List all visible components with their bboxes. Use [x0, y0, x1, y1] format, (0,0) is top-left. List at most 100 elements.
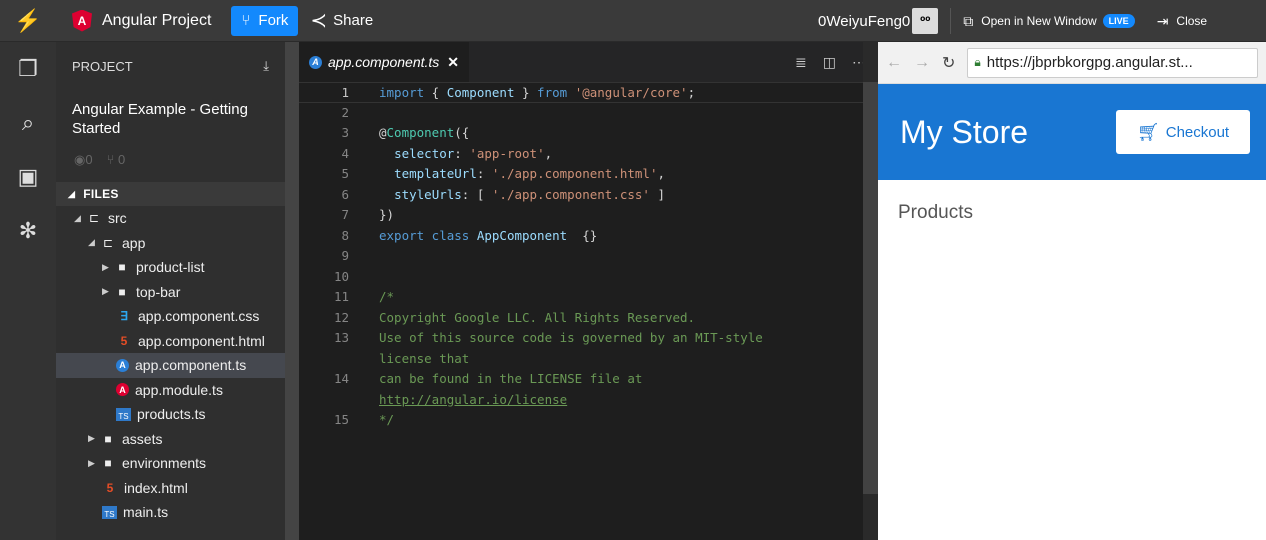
reload-icon[interactable]: ↻ [942, 53, 955, 73]
products-heading: Products [898, 202, 973, 223]
code-line[interactable]: 1 import { Component } from '@angular/cor… [299, 82, 878, 103]
download-icon[interactable]: ⤓ [263, 58, 269, 74]
code-line[interactable]: 2 [299, 103, 878, 124]
code-line[interactable]: 9 [299, 246, 878, 267]
code-text: }) [379, 207, 395, 222]
code-text: templateUrl: './app.component.html', [394, 166, 666, 181]
code-line[interactable]: 3 @Component({ [299, 123, 878, 144]
username[interactable]: 0WeiyuFeng0 [818, 13, 910, 30]
share-label: Share [333, 12, 374, 29]
code-text: @Component({ [379, 125, 470, 140]
code-area[interactable]: 1 import { Component } from '@angular/cor… [299, 82, 878, 431]
project-name-label: Angular Project [102, 11, 212, 29]
back-icon[interactable]: ← [886, 54, 902, 72]
code-text: styleUrls: [ './app.component.css' ] [394, 186, 666, 202]
code-line[interactable]: 15 */ [299, 410, 878, 431]
code-line[interactable]: 5 templateUrl: './app.component.html', [299, 164, 878, 185]
url-field[interactable]: 🔒︎ https://jbprbkorgpg.angular.st... [967, 47, 1258, 78]
checkout-button[interactable]: 🛒︎ Checkout [1116, 110, 1250, 154]
sidebar-scrollbar[interactable] [285, 42, 299, 540]
avatar[interactable]: ºº [912, 8, 939, 34]
line-number: 3 [341, 125, 349, 140]
folder-item[interactable]: ▶ ■ assets [56, 427, 285, 452]
format-icon[interactable]: ≣ [795, 54, 807, 71]
views-count: ◉0 [74, 152, 93, 167]
code-line[interactable]: 6 styleUrls: [ './app.component.css' ] [299, 185, 878, 206]
search-icon[interactable]: ⌕ [0, 96, 56, 150]
html5-icon: 5 [106, 480, 114, 495]
line-number: 5 [341, 166, 349, 181]
typescript-icon: TS [116, 407, 131, 421]
line-number: 14 [333, 371, 349, 386]
file-item[interactable]: TS main.ts [56, 500, 285, 525]
line-number: 8 [341, 227, 349, 243]
caret-down-icon: ◢ [74, 212, 81, 223]
divider [950, 8, 952, 34]
extensions-icon[interactable]: ▣ [0, 150, 56, 204]
file-item[interactable]: 5 index.html [56, 476, 285, 501]
line-number: 15 [333, 412, 349, 427]
code-text: */ [379, 412, 395, 427]
code-line[interactable]: 13 Use of this source code is governed by… [299, 328, 878, 349]
share-button[interactable]: ≺ Share [310, 8, 373, 33]
file-tree: ◢ ⊏ src ◢ ⊏ app ▶ ■ product-list ▶ ■ top-bar ∃ app.co… [56, 206, 285, 525]
tab-app-component-ts[interactable]: A app.component.ts ✕ [299, 42, 470, 82]
file-item[interactable]: ∃ app.component.css [56, 304, 285, 329]
close-panel-icon: ⇥ [1156, 12, 1169, 29]
code-text: http://angular.io/license [379, 391, 568, 407]
caret-right-icon: ▶ [88, 457, 95, 468]
line-number: 2 [341, 104, 349, 120]
close-button[interactable]: ⇥ Close [1157, 13, 1207, 30]
code-line[interactable]: 8 export class AppComponent {} [299, 226, 878, 247]
folder-icon: ■ [118, 284, 126, 299]
file-item[interactable]: Aapp.module.ts [56, 378, 285, 403]
code-line[interactable]: 4 selector: 'app-root', [299, 144, 878, 165]
forward-icon[interactable]: → [914, 54, 930, 72]
store-title[interactable]: My Store [900, 114, 1028, 151]
close-label: Close [1176, 14, 1208, 28]
stackblitz-logo-icon[interactable]: ⚡ [0, 0, 56, 42]
code-line[interactable]: 14 can be found in the LICENSE file at [299, 369, 878, 390]
code-line[interactable]: http://angular.io/license [299, 390, 878, 411]
folder-item[interactable]: ▶ ■ environments [56, 451, 285, 476]
tree-item-label: src [108, 210, 127, 227]
code-line[interactable]: license that [299, 349, 878, 370]
project-header-label: PROJECT [72, 58, 133, 74]
open-in-new-window-button[interactable]: ⧉ Open in New Window LIVE [963, 13, 1135, 30]
folder-item[interactable]: ▶ ■ top-bar [56, 280, 285, 305]
caret-down-icon: ◢ [88, 237, 95, 248]
tree-item-label: app [122, 234, 146, 251]
files-icon[interactable]: ❐ [0, 42, 56, 96]
file-item[interactable]: 5 app.component.html [56, 329, 285, 354]
code-line[interactable]: 10 [299, 267, 878, 288]
code-line[interactable]: 7}) [299, 205, 878, 226]
files-section-header[interactable]: ◢ FILES [56, 182, 285, 206]
line-number: 11 [333, 289, 349, 304]
folder-item[interactable]: ◢ ⊏ app [56, 231, 285, 256]
tree-item-label: app.component.css [138, 308, 260, 325]
folder-item[interactable]: ◢ ⊏ src [56, 206, 285, 231]
file-item[interactable]: Aapp.component.ts [56, 353, 285, 378]
fork-button[interactable]: ⑂ Fork [231, 5, 299, 36]
caret-right-icon: ▶ [102, 286, 109, 297]
gear-icon[interactable]: ✻ [0, 204, 56, 258]
tree-item-label: products.ts [137, 406, 206, 423]
editor-scrollbar-thumb[interactable] [863, 82, 878, 494]
project-title: Angular Example - Getting Started [72, 101, 248, 137]
line-number: 4 [341, 145, 349, 161]
tree-item-label: product-list [136, 259, 205, 276]
close-tab-icon[interactable]: ✕ [447, 54, 459, 71]
file-item[interactable]: TS products.ts [56, 402, 285, 427]
top-bar: ⚡ A Angular Project ⑂ Fork ≺ Share 0Weiy… [0, 0, 1266, 42]
code-line[interactable]: 12 Copyright Google LLC. All Rights Reser… [299, 308, 878, 329]
split-view-icon[interactable]: ◫ [823, 54, 836, 71]
forks-count: ⑂ 0 [106, 152, 126, 167]
folder-item[interactable]: ▶ ■ product-list [56, 255, 285, 280]
angular-file-icon: A [309, 55, 322, 69]
editor-tab-bar: A app.component.ts ✕ ≣ ◫ ⋯ [299, 42, 878, 82]
typescript-icon: TS [102, 505, 117, 519]
share-icon: ≺ [310, 10, 328, 32]
code-line[interactable]: 11 /* [299, 287, 878, 308]
line-number: 9 [341, 248, 349, 263]
